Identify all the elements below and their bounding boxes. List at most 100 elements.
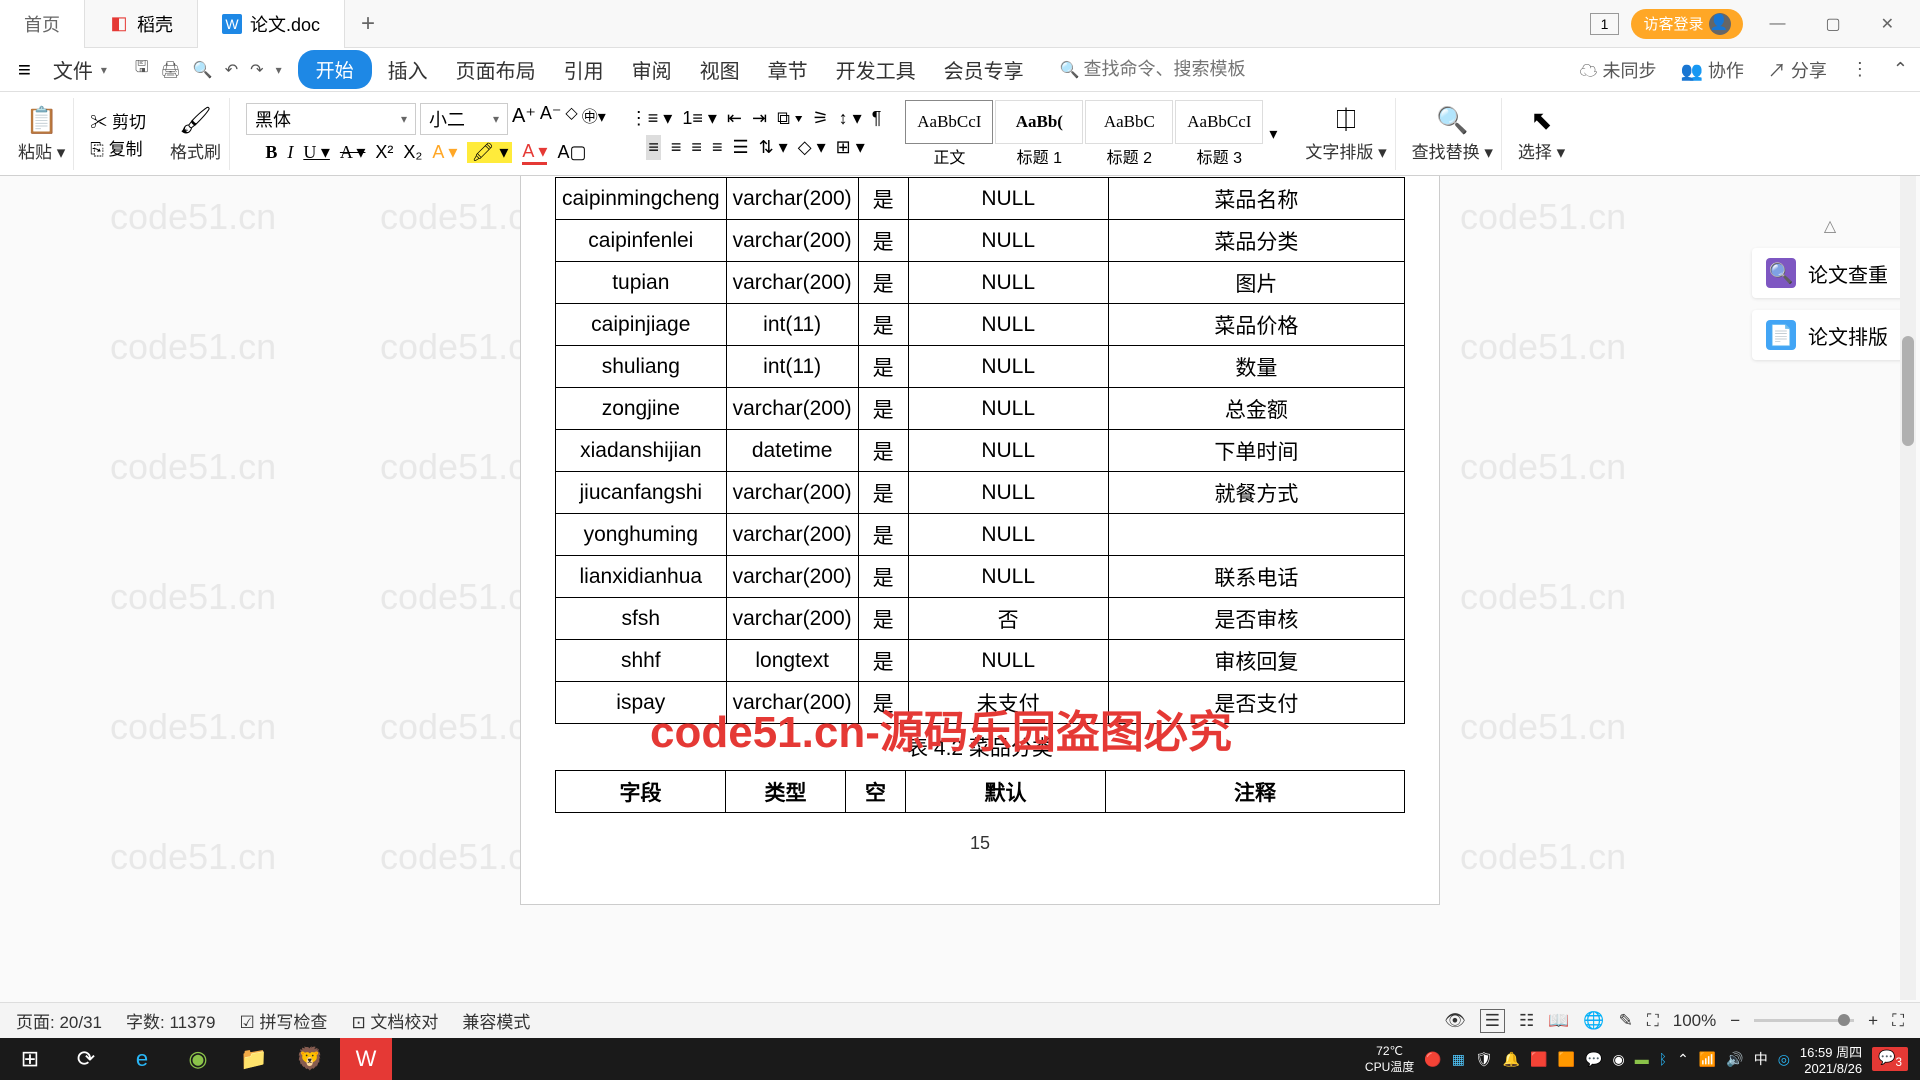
tab-home[interactable]: 首页 bbox=[0, 0, 85, 48]
tray-volume-icon[interactable]: 🔊 bbox=[1726, 1051, 1743, 1068]
align-justify-icon[interactable]: ≡ bbox=[712, 137, 723, 158]
border-icon[interactable]: ⊞ ▾ bbox=[836, 137, 865, 158]
shading-icon[interactable]: ◇ ▾ bbox=[798, 137, 826, 158]
number-list-icon[interactable]: 1≡ ▾ bbox=[682, 108, 717, 129]
collab-button[interactable]: 👥 协作 bbox=[1680, 57, 1743, 83]
subscript-button[interactable]: X₂ bbox=[403, 142, 422, 163]
style-h1[interactable]: AaBb(标题 1 bbox=[995, 100, 1083, 168]
menu-review[interactable]: 审阅 bbox=[620, 51, 684, 88]
menu-chapter[interactable]: 章节 bbox=[756, 51, 820, 88]
spellcheck-toggle[interactable]: ☑ 拼写检查 bbox=[239, 1008, 327, 1033]
format-painter-icon[interactable]: 🖌 bbox=[179, 105, 212, 136]
char-border-button[interactable]: A▢ bbox=[557, 142, 586, 163]
eye-icon[interactable]: 👁 bbox=[1444, 1011, 1466, 1031]
style-h3[interactable]: AaBbCcI标题 3 bbox=[1175, 100, 1263, 168]
align-center-icon[interactable]: ≡ bbox=[671, 137, 682, 158]
style-body[interactable]: AaBbCcI正文 bbox=[905, 100, 993, 168]
window-badge[interactable]: 1 bbox=[1590, 13, 1620, 35]
fullscreen-icon[interactable]: ⛶ bbox=[1892, 1011, 1904, 1031]
qat-more-icon[interactable]: ▾ bbox=[276, 63, 282, 77]
qat-undo-icon[interactable]: ↶ bbox=[225, 60, 238, 80]
sort-icon[interactable]: ⚞ bbox=[813, 108, 829, 129]
menu-file[interactable]: 文件▾ bbox=[41, 51, 119, 88]
cut-button[interactable]: ✂ 剪切 bbox=[90, 108, 146, 133]
reading-view-icon[interactable]: 📖 bbox=[1548, 1011, 1569, 1031]
paper-typeset-button[interactable]: 📄 论文排版 bbox=[1752, 310, 1908, 360]
qat-print-icon[interactable]: 🖨 bbox=[161, 60, 181, 80]
page-view-icon[interactable]: ☰ bbox=[1480, 1009, 1505, 1033]
increase-indent-icon[interactable]: ⇥ bbox=[752, 108, 767, 129]
tray-icon-5[interactable]: 🟧 bbox=[1558, 1051, 1575, 1068]
tray-ime-icon[interactable]: 中 bbox=[1754, 1049, 1768, 1069]
menu-page-layout[interactable]: 页面布局 bbox=[444, 51, 548, 88]
bullet-list-icon[interactable]: ⋮≡ ▾ bbox=[630, 108, 673, 129]
clear-format-icon[interactable]: ◇ bbox=[565, 103, 577, 135]
zoom-slider[interactable] bbox=[1754, 1019, 1854, 1022]
collapse-panel-icon[interactable]: △ bbox=[1752, 216, 1908, 236]
paper-check-button[interactable]: 🔍 论文查重 bbox=[1752, 248, 1908, 298]
menu-insert[interactable]: 插入 bbox=[376, 51, 440, 88]
tray-icon-7[interactable]: ◉ bbox=[1612, 1051, 1624, 1068]
copy-button[interactable]: ⎘ 复制 bbox=[90, 135, 142, 160]
taskbar-ie[interactable]: e bbox=[116, 1038, 168, 1080]
web-view-icon[interactable]: 🌐 bbox=[1583, 1011, 1604, 1031]
fit-width-icon[interactable]: ⛶ bbox=[1647, 1011, 1659, 1031]
start-button[interactable]: ⊞ bbox=[4, 1038, 56, 1080]
share-button[interactable]: ↗ 分享 bbox=[1768, 57, 1827, 83]
hamburger-icon[interactable]: ≡ bbox=[12, 57, 37, 83]
font-color-button[interactable]: A ▾ bbox=[522, 141, 547, 165]
ribbon-text-layout[interactable]: ⎅ 文字排版 ▾ bbox=[1297, 98, 1395, 170]
tray-icon-2[interactable]: ▦ bbox=[1452, 1051, 1465, 1068]
superscript-button[interactable]: X² bbox=[375, 142, 393, 163]
italic-button[interactable]: I bbox=[287, 142, 293, 163]
align-left-icon[interactable]: ≡ bbox=[646, 135, 661, 160]
word-count[interactable]: 字数: 11379 bbox=[126, 1008, 215, 1033]
taskbar-clock[interactable]: 16:59 周四 2021/8/26 bbox=[1800, 1042, 1862, 1076]
tray-bell-icon[interactable]: 🔔 bbox=[1503, 1051, 1520, 1068]
sync-status[interactable]: ☁ 未同步 bbox=[1579, 57, 1656, 83]
tray-icon-1[interactable]: 🔴 bbox=[1424, 1051, 1441, 1068]
underline-button[interactable]: U ▾ bbox=[303, 142, 330, 163]
strike-button[interactable]: A ▾ bbox=[340, 142, 366, 163]
taskbar-wps[interactable]: W bbox=[340, 1038, 392, 1080]
styles-more-icon[interactable]: ▾ bbox=[1265, 124, 1281, 144]
highlight-button[interactable]: 🖍 ▾ bbox=[467, 142, 512, 163]
menu-more-icon[interactable]: ⋮ bbox=[1851, 59, 1869, 80]
tray-chevron-icon[interactable]: ⌃ bbox=[1677, 1051, 1689, 1068]
outline-view-icon[interactable]: ☷ bbox=[1519, 1011, 1534, 1031]
taskbar-browser[interactable]: ◉ bbox=[172, 1038, 224, 1080]
line-height-icon[interactable]: ⇅ ▾ bbox=[759, 137, 788, 158]
qat-save-icon[interactable]: 🖫 bbox=[135, 56, 149, 83]
decrease-indent-icon[interactable]: ⇤ bbox=[727, 108, 742, 129]
tray-icon-6[interactable]: 💬 bbox=[1585, 1051, 1602, 1068]
style-h2[interactable]: AaBbC标题 2 bbox=[1085, 100, 1173, 168]
menu-devtools[interactable]: 开发工具 bbox=[824, 51, 928, 88]
zoom-out-button[interactable]: − bbox=[1730, 1011, 1740, 1031]
decrease-font-icon[interactable]: A⁻ bbox=[540, 103, 562, 135]
align-distribute-icon[interactable]: ☰ bbox=[732, 137, 748, 158]
taskbar-app-1[interactable]: ⟳ bbox=[60, 1038, 112, 1080]
line-spacing-icon[interactable]: ↕ ▾ bbox=[839, 108, 862, 129]
notification-button[interactable]: 💬3 bbox=[1872, 1047, 1908, 1071]
show-marks-icon[interactable]: ¶ bbox=[872, 108, 882, 129]
font-size-select[interactable]: 小二▾ bbox=[420, 103, 508, 135]
menu-member[interactable]: 会员专享 bbox=[932, 51, 1036, 88]
markup-icon[interactable]: ✎ bbox=[1619, 1011, 1633, 1031]
qat-redo-icon[interactable]: ↷ bbox=[250, 60, 263, 80]
ribbon-select[interactable]: ⬉ 选择 ▾ bbox=[1510, 98, 1573, 170]
bold-button[interactable]: B bbox=[265, 142, 277, 163]
login-button[interactable]: 访客登录 👤 bbox=[1631, 9, 1743, 39]
phonetic-icon[interactable]: ㊥▾ bbox=[582, 103, 606, 135]
tray-icon-8[interactable]: ▬ bbox=[1635, 1051, 1649, 1067]
menu-reference[interactable]: 引用 bbox=[552, 51, 616, 88]
paste-icon[interactable]: 📋 bbox=[25, 105, 57, 136]
vertical-scrollbar[interactable] bbox=[1900, 176, 1916, 1000]
tab-document[interactable]: W 论文.doc bbox=[198, 0, 345, 48]
ribbon-find-replace[interactable]: 🔍 查找替换 ▾ bbox=[1404, 98, 1502, 170]
tray-bluetooth-icon[interactable]: ᛒ bbox=[1659, 1051, 1667, 1067]
menu-view[interactable]: 视图 bbox=[688, 51, 752, 88]
command-search-input[interactable] bbox=[1084, 59, 1284, 80]
qat-preview-icon[interactable]: 🔍 bbox=[193, 60, 213, 80]
menu-start[interactable]: 开始 bbox=[298, 50, 372, 89]
taskbar-explorer[interactable]: 📁 bbox=[228, 1038, 280, 1080]
